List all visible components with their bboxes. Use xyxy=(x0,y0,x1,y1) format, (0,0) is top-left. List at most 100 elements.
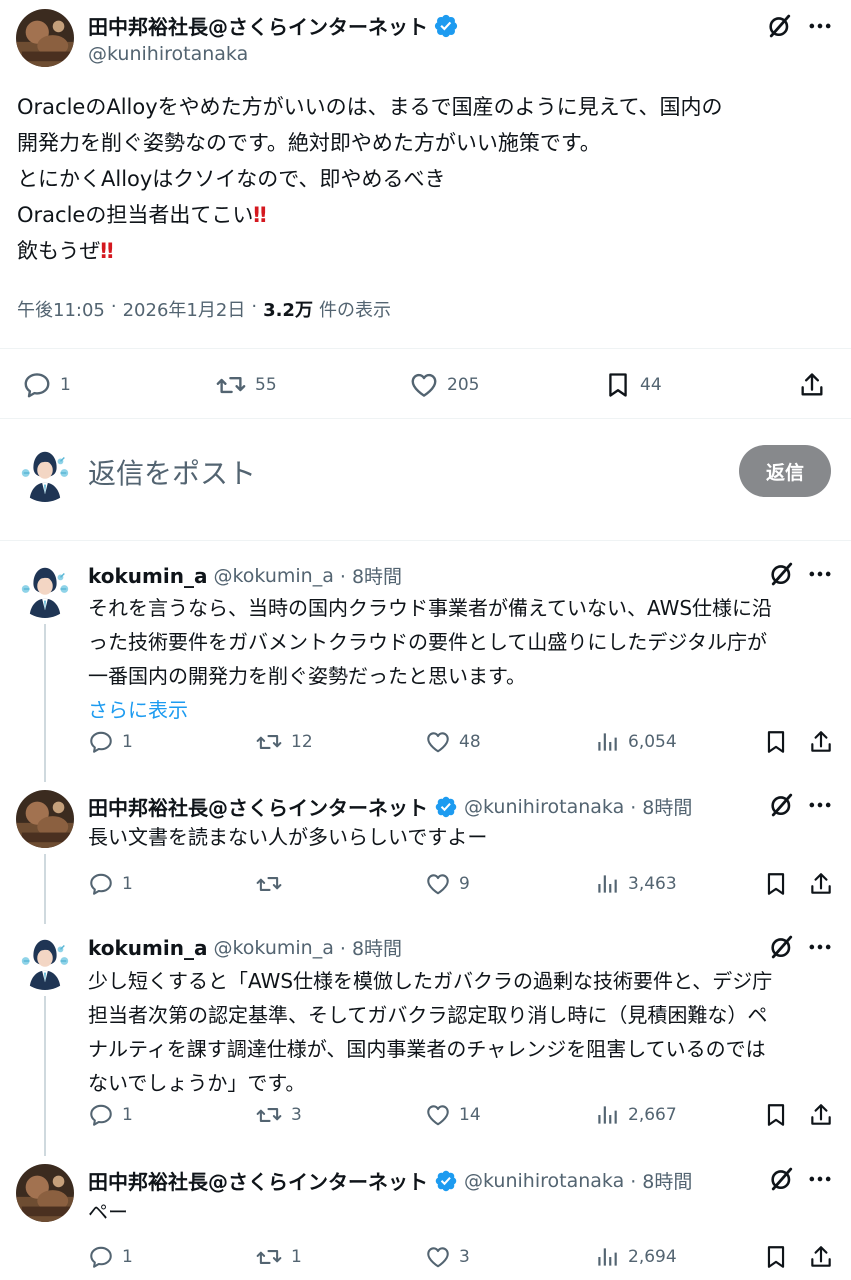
repost-button[interactable]: 1 xyxy=(255,1244,302,1270)
share-icon xyxy=(798,370,826,400)
post-time[interactable]: · 8時間 xyxy=(340,562,402,589)
reply-line: 担当者次第の認定基準、そしてガバクラ認定取り消し時に（見積困難な）ペ xyxy=(88,1003,768,1027)
reply-button[interactable]: 1 xyxy=(88,871,133,897)
author-handle[interactable]: @kunihirotanaka xyxy=(88,43,248,65)
meta-separator: · xyxy=(251,296,258,317)
reply-icon xyxy=(88,1244,114,1270)
show-more-link[interactable]: さらに表示 xyxy=(88,693,838,727)
more-icon[interactable] xyxy=(806,560,834,588)
like-button[interactable]: 205 xyxy=(409,370,479,400)
bookmark-icon[interactable] xyxy=(763,1244,789,1270)
more-icon[interactable] xyxy=(806,933,834,961)
avatar[interactable] xyxy=(16,560,74,618)
post-line: とにかくAlloyはクソイなので、即やめるべき xyxy=(17,167,446,191)
author-row: kokumin_a @kokumin_a · 8時間 xyxy=(88,562,402,589)
grok-icon[interactable] xyxy=(768,560,796,588)
post-time[interactable]: · 8時間 xyxy=(630,1167,692,1194)
share-button[interactable] xyxy=(798,370,826,400)
like-button[interactable]: 14 xyxy=(425,1102,481,1128)
author-handle[interactable]: @kokumin_a xyxy=(213,937,333,959)
bookmark-icon[interactable] xyxy=(763,729,789,755)
post-time[interactable]: · 8時間 xyxy=(630,793,692,820)
verified-badge-icon[interactable] xyxy=(433,13,459,39)
author-name[interactable]: 田中邦裕社長@さくらインターネット xyxy=(88,1166,428,1195)
reply-text: ペー xyxy=(88,1195,838,1229)
post-line: OracleのAlloyをやめた方がいいのは、まるで国産のように見えて、国内の xyxy=(17,95,723,119)
author-name[interactable]: kokumin_a xyxy=(88,564,207,588)
reply-text: 少し短くすると「AWS仕様を模倣したガバクラの過剰な技術要件と、デジ庁 担当者次… xyxy=(88,964,838,1100)
avatar[interactable] xyxy=(16,9,74,67)
bookmark-icon[interactable] xyxy=(763,871,789,897)
avatar[interactable] xyxy=(16,1164,74,1222)
author-name[interactable]: 田中邦裕社長@さくらインターネット xyxy=(88,792,428,821)
like-button[interactable]: 48 xyxy=(425,729,481,755)
repost-button[interactable]: 55 xyxy=(215,370,277,400)
reply-button[interactable]: 1 xyxy=(88,1102,133,1128)
views-button[interactable]: 3,463 xyxy=(594,871,677,897)
share-icon[interactable] xyxy=(808,1244,834,1270)
reply-button[interactable]: 1 xyxy=(22,370,71,400)
post-line-text: Oracleの担当者出てこい xyxy=(17,203,254,227)
repost-icon xyxy=(255,871,283,897)
views-button[interactable]: 6,054 xyxy=(594,729,677,755)
like-count: 205 xyxy=(447,375,480,395)
reply-count: 1 xyxy=(122,1247,133,1267)
share-icon[interactable] xyxy=(808,871,834,897)
post-meta: 午後11:05 · 2026年1月2日 · 3.2万 件の表示 xyxy=(17,296,391,322)
grok-icon[interactable] xyxy=(768,791,796,819)
view-count-label: 件の表示 xyxy=(318,300,391,321)
post-line: 飲もうぜ‼ xyxy=(17,233,837,269)
like-button[interactable]: 9 xyxy=(425,871,470,897)
reply-line: 長い文書を読まない人が多いらしいですよー xyxy=(88,825,488,849)
more-icon[interactable] xyxy=(806,1165,834,1193)
like-count: 9 xyxy=(459,874,470,894)
repost-count: 1 xyxy=(291,1247,302,1267)
reply-submit-button[interactable]: 返信 xyxy=(739,445,831,497)
divider xyxy=(0,348,851,349)
grok-icon[interactable] xyxy=(768,933,796,961)
views-count: 3,463 xyxy=(628,874,677,894)
avatar[interactable] xyxy=(16,444,74,502)
repost-button[interactable]: 3 xyxy=(255,1102,302,1128)
author-handle[interactable]: @kunihirotanaka xyxy=(464,1170,624,1192)
reply-input[interactable]: 返信をポスト xyxy=(88,452,256,492)
share-icon[interactable] xyxy=(808,729,834,755)
more-icon[interactable] xyxy=(806,791,834,819)
author-handle[interactable]: @kunihirotanaka xyxy=(464,796,624,818)
verified-badge-icon[interactable] xyxy=(434,1169,458,1193)
post-time[interactable]: 午後11:05 xyxy=(17,296,105,322)
like-count: 3 xyxy=(459,1247,470,1267)
bookmark-icon[interactable] xyxy=(763,1102,789,1128)
repost-button[interactable]: 12 xyxy=(255,729,313,755)
avatar[interactable] xyxy=(16,790,74,848)
verified-badge-icon[interactable] xyxy=(434,795,458,819)
post-date[interactable]: 2026年1月2日 xyxy=(123,296,246,322)
reply-count: 1 xyxy=(122,732,133,752)
author-name[interactable]: kokumin_a xyxy=(88,936,207,960)
more-icon[interactable] xyxy=(806,12,834,40)
bookmark-button[interactable]: 44 xyxy=(604,370,662,400)
author-handle[interactable]: @kokumin_a xyxy=(213,565,333,587)
meta-separator: · xyxy=(110,296,117,317)
divider xyxy=(0,540,851,541)
thread-line xyxy=(44,624,46,782)
reply-icon xyxy=(88,729,114,755)
double-exclamation-emoji: ‼ xyxy=(253,203,266,227)
share-icon[interactable] xyxy=(808,1102,834,1128)
repost-icon xyxy=(215,370,247,400)
repost-button[interactable] xyxy=(255,871,291,897)
author-row: 田中邦裕社長@さくらインターネット xyxy=(88,11,459,40)
views-button[interactable]: 2,667 xyxy=(594,1102,677,1128)
views-button[interactable]: 2,694 xyxy=(594,1244,677,1270)
author-name[interactable]: 田中邦裕社長@さくらインターネット xyxy=(88,11,428,40)
author-row: 田中邦裕社長@さくらインターネット @kunihirotanaka · 8時間 xyxy=(88,792,692,821)
reply-button[interactable]: 1 xyxy=(88,1244,133,1270)
grok-icon[interactable] xyxy=(766,12,794,40)
reply-button[interactable]: 1 xyxy=(88,729,133,755)
grok-icon[interactable] xyxy=(768,1165,796,1193)
thread-line xyxy=(44,854,46,924)
reply-line: 一番国内の開発力を削ぐ姿勢だったと思います。 xyxy=(88,664,526,688)
avatar[interactable] xyxy=(16,932,74,990)
post-time[interactable]: · 8時間 xyxy=(340,934,402,961)
like-button[interactable]: 3 xyxy=(425,1244,470,1270)
